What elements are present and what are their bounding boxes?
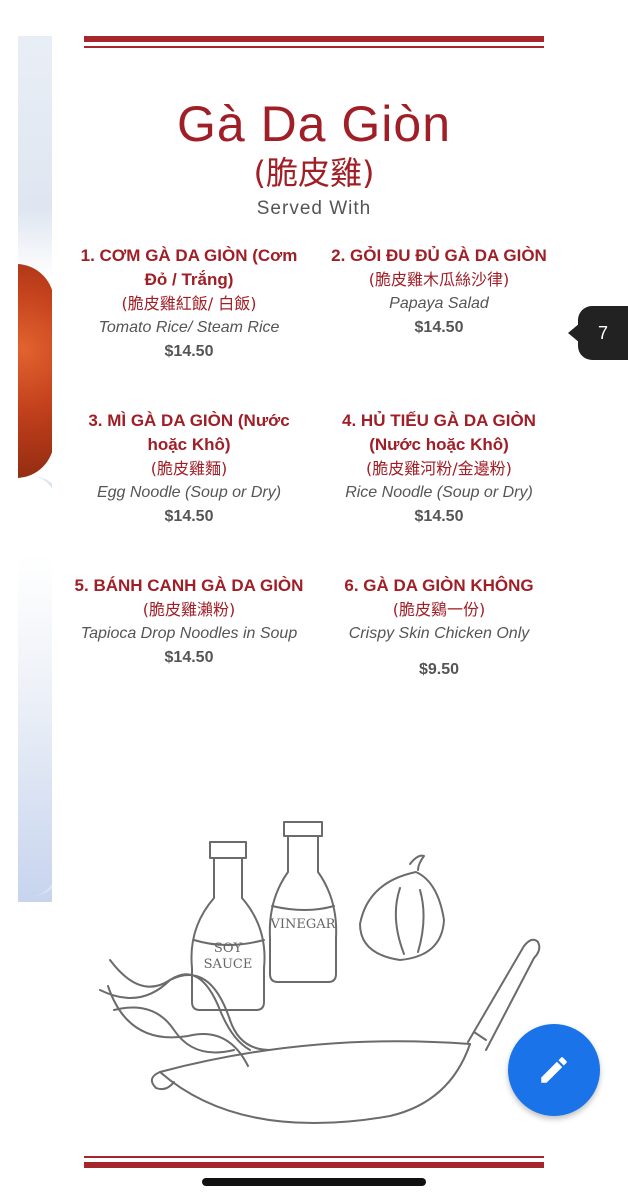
soy-sauce-bottle-illustration: SOY SAUCE (190, 841, 266, 1011)
menu-item-name: 5. BÁNH CANH GÀ DA GIÒN (74, 576, 304, 595)
menu-item-name: 6. GÀ DA GIÒN KHÔNG (344, 576, 534, 595)
menu-item-name: 1. CƠM GÀ DA GIÒN (Cơm Đỏ / Trắng) (80, 246, 298, 289)
soy-label-line-2: SAUCE (204, 957, 253, 972)
menu-item-5: 5. BÁNH CANH GÀ DA GIÒN (脆皮雞瀨粉) Tapioca … (74, 574, 304, 670)
menu-item-price: $14.50 (414, 508, 464, 525)
menu-item-english: Egg Noodle (Soup or Dry) (96, 484, 282, 501)
vinegar-bottle-illustration: VINEGAR (268, 821, 338, 983)
chicken-photo-detail (18, 264, 52, 478)
plate-edge (18, 476, 52, 896)
bottom-rule (84, 1156, 544, 1168)
menu-item-chinese: (脆皮雞麵) (150, 459, 228, 478)
menu-item-english: Tapioca Drop Noodles in Soup (80, 625, 298, 642)
menu-item-6: 6. GÀ DA GIÒN KHÔNG (脆皮鷄一份) Crispy Skin … (324, 574, 554, 682)
menu-item-english: Crispy Skin Chicken Only (348, 625, 530, 642)
page-number-label: 7 (597, 322, 608, 343)
side-photo (18, 36, 52, 902)
top-rule (84, 36, 544, 48)
menu-item-english: Papaya Salad (389, 295, 489, 312)
page-number-tab[interactable]: 7 (568, 306, 628, 360)
menu-item-english: Rice Noodle (Soup or Dry) (345, 484, 533, 501)
menu-item-name: 3. MÌ GÀ DA GIÒN (Nước hoặc Khô) (88, 411, 290, 454)
kitchen-illustration: SOY SAUCE VINEGAR (99, 821, 541, 1124)
menu-item-2: 2. GỎI ĐU ĐỦ GÀ DA GIÒN (脆皮雞木瓜絲沙律) Papay… (324, 244, 554, 340)
home-indicator[interactable] (202, 1178, 426, 1186)
noodles-illustration (99, 959, 271, 1067)
soy-label-line-1: SOY (214, 941, 243, 956)
menu-item-4: 4. HỦ TIẾU GÀ DA GIÒN (Nước hoặc Khô) (脆… (324, 409, 554, 529)
menu-item-chinese: (脆皮鷄一份) (392, 600, 486, 619)
menu-item-chinese: (脆皮雞木瓜絲沙律) (368, 270, 510, 289)
menu-item-name: 2. GỎI ĐU ĐỦ GÀ DA GIÒN (331, 246, 547, 265)
pencil-icon (541, 1057, 567, 1083)
menu-item-price: $14.50 (164, 508, 214, 525)
menu-item-1: 1. CƠM GÀ DA GIÒN (Cơm Đỏ / Trắng) (脆皮雞紅… (74, 244, 304, 364)
menu-item-chinese: (脆皮雞紅飯/ 白飯) (121, 294, 257, 313)
vinegar-label: VINEGAR (270, 917, 337, 932)
menu-item-name-line: 5. BÁNH CANH GÀ DA GIÒN (脆皮雞瀨粉) (74, 574, 304, 622)
page-title: Gà Da Giòn (176, 96, 451, 152)
page-subtitle-chinese: (脆皮雞) (253, 154, 375, 192)
menu-item-chinese: (脆皮雞河粉/金邊粉) (366, 459, 512, 478)
menu-item-english: Tomato Rice/ Steam Rice (98, 319, 280, 336)
menu-item-name: 4. HỦ TIẾU GÀ DA GIÒN (Nước hoặc Khô) (342, 411, 536, 454)
served-with-label: Served With (256, 198, 372, 219)
menu-item-chinese: (脆皮雞瀨粉) (142, 600, 236, 619)
menu-item-3: 3. MÌ GÀ DA GIÒN (Nước hoặc Khô) (脆皮雞麵) … (74, 409, 304, 529)
garlic-illustration (359, 854, 445, 961)
edit-fab-button[interactable] (508, 1024, 600, 1116)
menu-item-price: $14.50 (164, 343, 214, 360)
menu-item-price: $14.50 (164, 649, 214, 666)
menu-item-price: $14.50 (414, 319, 464, 336)
menu-item-price: $9.50 (418, 661, 460, 678)
